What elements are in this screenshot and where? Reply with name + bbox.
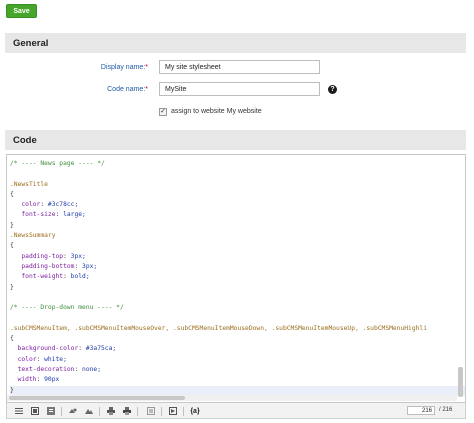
section-code: Code (5, 130, 466, 150)
toolbar-separator (183, 407, 184, 416)
code-text[interactable]: /* ---- News page ---- */ .NewsTitle { col… (10, 159, 465, 396)
brackets-icon[interactable]: {a} (190, 407, 199, 415)
code-editor[interactable]: /* ---- News page ---- */ .NewsTitle { col… (6, 154, 466, 403)
print-preview-icon[interactable] (123, 407, 131, 415)
section-general: General (5, 33, 466, 53)
code-line: { (10, 242, 14, 250)
replace-icon[interactable] (85, 407, 93, 415)
format-icon[interactable] (47, 407, 55, 415)
code-line: /* ---- Drop-down menu ---- */ (10, 304, 124, 312)
toolbar-separator (161, 407, 162, 416)
code-line: padding-bottom: 3px; (10, 262, 98, 270)
code-line: text-decoration: none; (10, 365, 101, 373)
toolbar-separator (99, 407, 100, 416)
code-line: .NewsSummary (10, 232, 56, 240)
vertical-scrollbar[interactable] (458, 367, 463, 397)
required-marker: * (145, 64, 148, 71)
code-line: background-color: #3a75ca; (10, 345, 117, 353)
fullscreen-icon[interactable] (147, 407, 155, 415)
code-name-value: MySite (165, 85, 187, 93)
toolbar-separator (61, 407, 62, 416)
assign-website-label: assign to website My website (171, 108, 262, 115)
code-line: .NewsTitle (10, 180, 48, 188)
section-code-title: Code (13, 134, 37, 146)
code-line: font-size: large; (10, 211, 86, 219)
code-line: padding-top: 3px; (10, 252, 86, 260)
display-name-field[interactable]: My site stylesheet (159, 60, 320, 74)
code-line: } (10, 283, 14, 291)
select-all-icon[interactable] (31, 407, 39, 415)
current-line-input[interactable]: 216 (407, 406, 435, 415)
required-marker: * (145, 86, 148, 93)
display-name-label: Display name:* (101, 64, 148, 71)
toolbar-separator (137, 407, 138, 416)
horizontal-scrollbar[interactable] (9, 396, 185, 400)
display-name-value: My site stylesheet (165, 63, 221, 71)
code-line: color: white; (10, 355, 67, 363)
code-name-label: Code name:* (107, 86, 148, 93)
code-line: { (10, 190, 14, 198)
code-line: font-weight: bold; (10, 273, 90, 281)
code-line: { (10, 335, 14, 343)
toggle-icon[interactable] (169, 407, 177, 415)
print-icon[interactable] (107, 407, 115, 415)
total-lines: / 216 (439, 407, 453, 413)
code-name-label-text: Code name: (107, 86, 146, 93)
code-line: width: 90px (10, 376, 60, 384)
code-name-field[interactable]: MySite (159, 82, 320, 96)
section-general-title: General (13, 37, 49, 49)
code-line: .subCMSMenuItem, .subCMSMenuItemMouseOve… (10, 324, 428, 332)
code-line: } (10, 221, 14, 229)
help-icon[interactable]: ? (328, 85, 337, 94)
assign-website-checkbox[interactable]: ✓ (159, 108, 167, 116)
list-icon[interactable] (15, 407, 23, 415)
save-button[interactable]: Save (6, 4, 37, 18)
code-line: color: #3c78cc; (10, 201, 79, 209)
search-icon[interactable] (69, 407, 77, 415)
editor-toolbar: {a} 216 / 216 (6, 403, 466, 419)
display-name-label-text: Display name: (100, 64, 146, 71)
code-line: /* ---- News page ---- */ (10, 160, 105, 167)
